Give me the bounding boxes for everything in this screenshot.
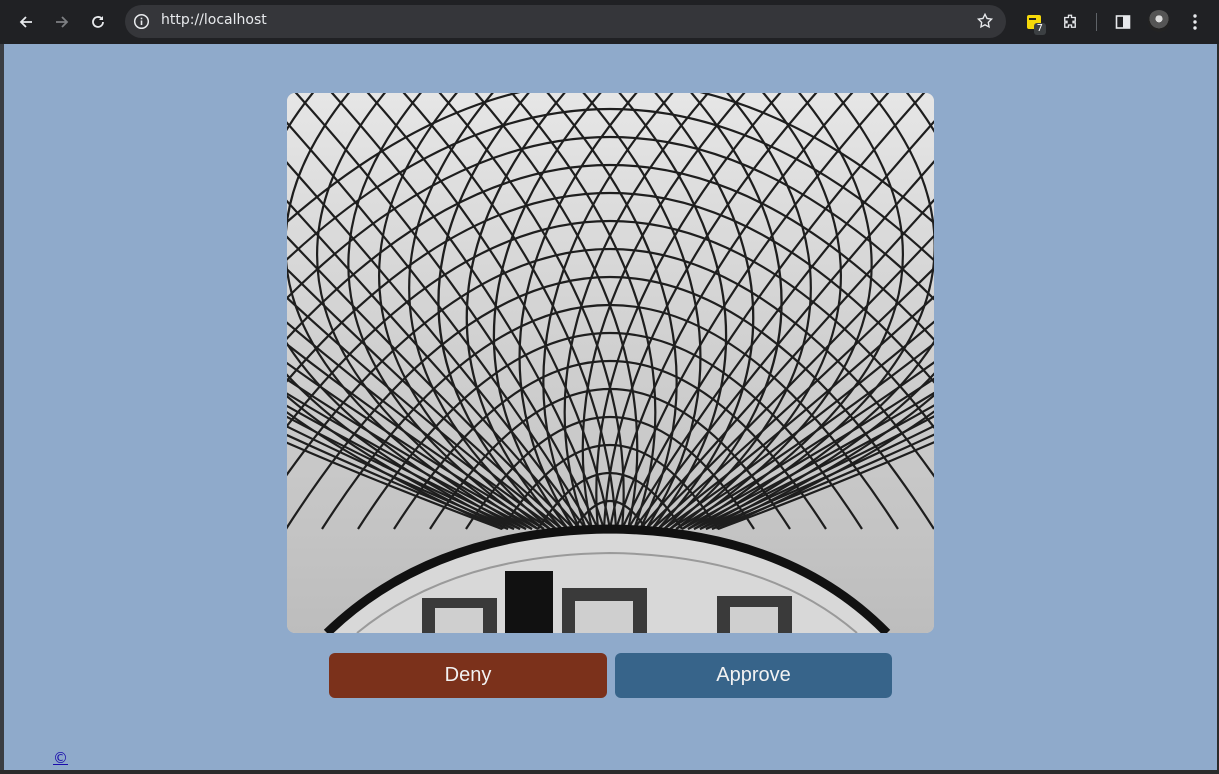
approve-button[interactable]: Approve [615,653,892,698]
browser-menu-button[interactable] [1181,8,1209,36]
address-bar[interactable]: http://localhost [125,5,1006,38]
page-viewport: Deny Approve © [4,44,1217,770]
url-text[interactable]: http://localhost [161,12,267,28]
reload-button[interactable] [84,8,112,36]
deny-button[interactable]: Deny [329,653,607,698]
extensions-button[interactable] [1056,8,1084,36]
star-icon[interactable] [976,12,994,30]
side-panel-icon [1115,15,1131,29]
back-button[interactable] [12,8,40,36]
browser-toolbar: http://localhost 7 [0,0,1219,44]
reload-icon [92,16,104,28]
review-photo [287,93,934,633]
toolbar-divider [1096,13,1097,31]
profile-avatar[interactable] [1148,10,1170,32]
kebab-menu-icon [1193,14,1197,30]
sticky-note-extension-button[interactable]: 7 [1020,8,1048,36]
extension-badge: 7 [1033,23,1046,35]
info-icon[interactable] [133,13,150,30]
copyright-link[interactable]: © [53,749,68,767]
window-bottom-edge [0,770,1219,774]
glass-roof-image [287,93,934,633]
arrow-right-icon [56,16,69,28]
side-panel-button[interactable] [1109,8,1137,36]
forward-button[interactable] [48,8,76,36]
puzzle-icon [1064,14,1076,28]
arrow-left-icon [19,16,32,28]
